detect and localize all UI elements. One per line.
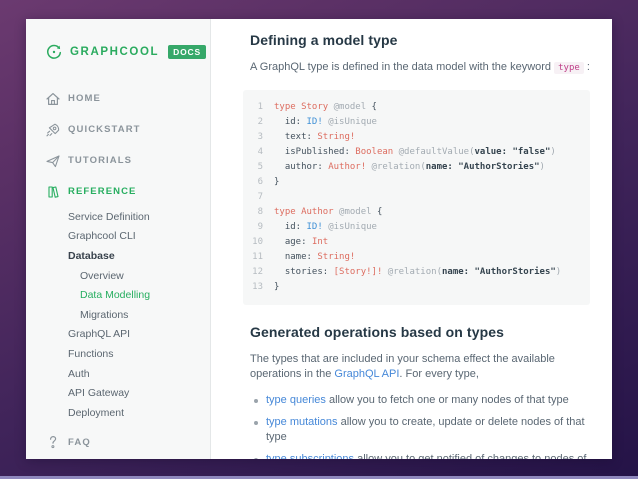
operations-paragraph: The types that are included in your sche… — [250, 352, 590, 382]
question-icon — [50, 436, 57, 449]
line-number: 13 — [252, 282, 263, 292]
section-heading-generated-operations: Generated operations based on types — [250, 324, 505, 340]
paper-plane-icon — [46, 154, 60, 167]
line-number: 12 — [252, 267, 263, 277]
graphql-code-block[interactable]: 1 type Story @model {2 id: ID! @isUnique 3… — [243, 90, 590, 305]
intro-text-after: : — [583, 61, 590, 73]
line-number: 3 — [257, 132, 263, 142]
code-line: 13} — [243, 280, 590, 295]
reference-sub-list: Service Definition Graphcool CLI Database O… — [26, 207, 210, 423]
code-line: 9 id: ID! @isUnique — [243, 220, 590, 235]
inline-code-type: type — [554, 62, 584, 74]
sidebar-subitem-functions[interactable]: Functions — [26, 344, 210, 364]
code-line: 3 text: String! — [243, 130, 590, 145]
code-line: 8 type Author @model { — [243, 205, 590, 220]
graphcool-logo-icon — [47, 44, 62, 59]
line-number: 7 — [257, 192, 263, 202]
book-icon — [48, 185, 59, 198]
code-line: 5 author: Author! @relation(name: "Autho… — [243, 160, 590, 175]
operation-bullet: type mutations allow you to create, upda… — [250, 415, 590, 445]
sidebar-subitem-api-gateway[interactable]: API Gateway — [26, 383, 210, 403]
operation-bullet: type subscriptions allow you to get noti… — [250, 452, 590, 459]
main-content: Defining a model type A GraphQL type is … — [211, 19, 612, 459]
para-text-after: . For every type, — [399, 368, 479, 380]
line-number: 2 — [257, 117, 263, 127]
line-number: 5 — [257, 162, 263, 172]
sidebar-item-label: REFERENCE — [68, 186, 137, 197]
sidebar-subitem-service-definition[interactable]: Service Definition — [26, 207, 210, 227]
line-number: 1 — [257, 102, 263, 112]
sidebar-item-home[interactable]: HOME — [26, 83, 210, 114]
section-heading-defining-model-type: Defining a model type — [250, 32, 398, 48]
sidebar-subitem-database[interactable]: Database — [26, 246, 210, 266]
sidebar-subitem-graphql-api[interactable]: GraphQL API — [26, 325, 210, 345]
line-number: 6 — [257, 177, 263, 187]
sidebar-item-label: HOME — [68, 93, 101, 104]
type-queries-link[interactable]: type queries — [266, 394, 326, 406]
line-number: 11 — [252, 252, 263, 262]
line-number: 9 — [257, 222, 263, 232]
sidebar-subitem-data-modelling[interactable]: Data Modelling — [26, 285, 210, 305]
type-mutations-link[interactable]: type mutations — [266, 416, 338, 428]
logo-wordmark: GRAPHCOOL — [70, 46, 160, 58]
line-number: 10 — [252, 237, 263, 247]
code-line: 6} — [243, 175, 590, 190]
operation-bullet: type queries allow you to fetch one or m… — [250, 393, 590, 408]
sidebar-item-label: TUTORIALS — [68, 155, 133, 166]
code-line: 10 age: Int — [243, 235, 590, 250]
code-line: 7 — [243, 190, 590, 205]
home-icon — [46, 92, 60, 105]
sidebar-subitem-auth[interactable]: Auth — [26, 364, 210, 384]
sidebar-item-reference[interactable]: REFERENCE — [26, 176, 210, 207]
sidebar-item-quickstart[interactable]: QUICKSTART — [26, 114, 210, 145]
sidebar-item-faq[interactable]: FAQ — [26, 427, 210, 458]
sidebar: GRAPHCOOL DOCS HOME QUICKSTART TUTORIALS… — [26, 19, 211, 459]
code-line: 2 id: ID! @isUnique — [243, 115, 590, 130]
docs-badge: DOCS — [168, 45, 206, 59]
code-line: 1 type Story @model { — [243, 100, 590, 115]
line-number: 4 — [257, 147, 263, 157]
code-line: 11 name: String! — [243, 250, 590, 265]
code-line: 4 isPublished: Boolean @defaultValue(val… — [243, 145, 590, 160]
sidebar-item-label: FAQ — [68, 436, 91, 448]
sidebar-subitem-migrations[interactable]: Migrations — [26, 305, 210, 325]
line-number: 8 — [257, 207, 263, 217]
intro-paragraph: A GraphQL type is defined in the data mo… — [250, 60, 590, 76]
graphcool-logo[interactable]: GRAPHCOOL DOCS — [45, 43, 210, 61]
code-line: 12 stories: [Story!]! @relation(name: "A… — [243, 265, 590, 280]
docs-page: GRAPHCOOL DOCS HOME QUICKSTART TUTORIALS… — [26, 19, 612, 459]
sidebar-subitem-overview[interactable]: Overview — [26, 266, 210, 286]
sidebar-item-tutorials[interactable]: TUTORIALS — [26, 145, 210, 176]
bullet-text: allow you to fetch one or many nodes of … — [325, 394, 569, 406]
sidebar-subitem-deployment[interactable]: Deployment — [26, 403, 210, 423]
graphql-api-link[interactable]: GraphQL API — [334, 368, 399, 380]
sidebar-subitem-graphcool-cli[interactable]: Graphcool CLI — [26, 227, 210, 247]
rocket-icon — [46, 123, 60, 136]
operations-list: type queries allow you to fetch one or m… — [250, 393, 590, 459]
intro-text-before: A GraphQL type is defined in the data mo… — [250, 61, 555, 73]
type-subscriptions-link[interactable]: type subscriptions — [266, 453, 354, 459]
sidebar-nav: HOME QUICKSTART TUTORIALS REFERENCE Serv… — [26, 83, 210, 458]
sidebar-item-label: QUICKSTART — [68, 124, 141, 135]
